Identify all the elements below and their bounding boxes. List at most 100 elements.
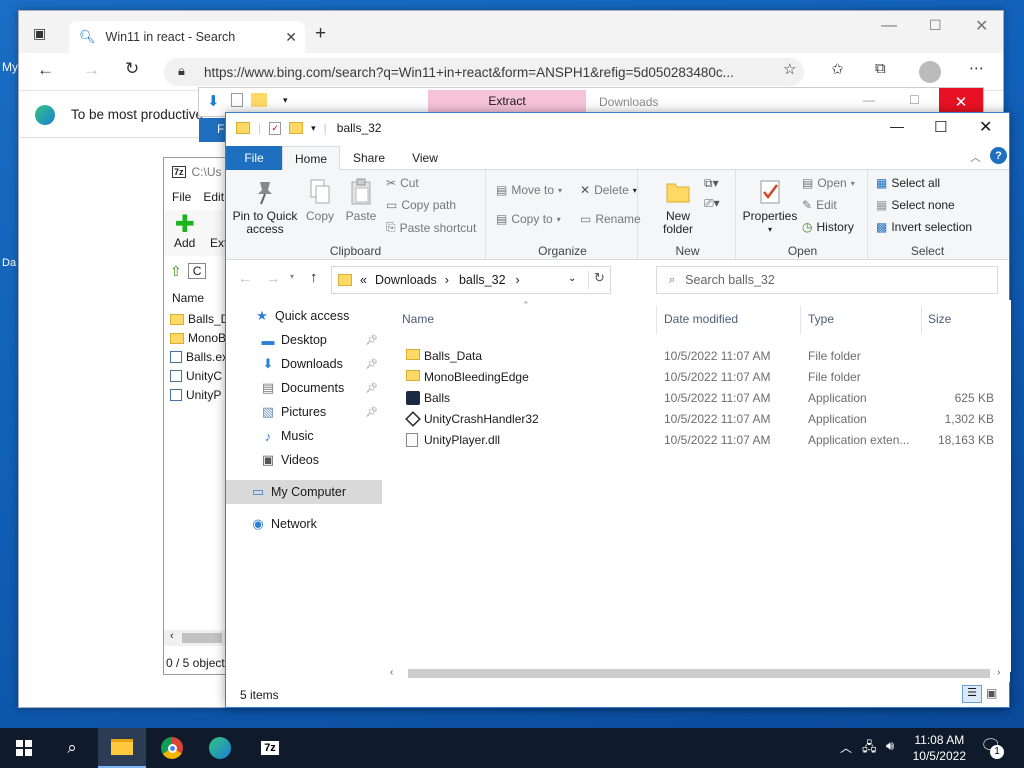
quick-access-dropdown-icon[interactable]: ▾ bbox=[311, 123, 316, 134]
minimize-icon[interactable]: — bbox=[881, 17, 897, 35]
breadcrumb-separator[interactable]: › bbox=[516, 273, 520, 287]
tab-share[interactable]: Share bbox=[342, 146, 396, 170]
history-button[interactable]: ◷ History bbox=[802, 220, 854, 234]
recent-locations-icon[interactable]: ▾ bbox=[290, 272, 294, 281]
collections-icon[interactable]: ⧉ bbox=[875, 60, 886, 77]
file-tab-partial[interactable]: F bbox=[199, 118, 225, 142]
breadcrumb-separator[interactable]: › bbox=[445, 273, 449, 287]
properties-button[interactable]: Properties ▾ bbox=[740, 178, 800, 236]
paste-shortcut-button[interactable]: ⎘ Paste shortcut bbox=[386, 220, 476, 235]
taskbar-edge[interactable] bbox=[196, 728, 244, 768]
nav-item-quick-access[interactable]: ★ Quick access bbox=[226, 304, 382, 328]
up-folder-icon[interactable]: ⇧ bbox=[170, 263, 182, 280]
list-item[interactable]: MonoB bbox=[170, 329, 226, 347]
scroll-thumb[interactable] bbox=[182, 633, 222, 643]
table-row[interactable]: UnityCrashHandler32 10/5/2022 11:07 AM App… bbox=[386, 408, 1006, 429]
address-dropdown-icon[interactable]: ⌄ bbox=[568, 273, 576, 284]
open-button[interactable]: ▤ Open ▾ bbox=[802, 176, 855, 190]
tab-actions-icon[interactable]: ▣ bbox=[33, 25, 46, 42]
scroll-left-icon[interactable]: ‹ bbox=[170, 630, 174, 642]
new-tab-icon[interactable]: + bbox=[315, 23, 326, 45]
list-item[interactable]: Balls_D bbox=[170, 310, 229, 328]
start-button[interactable] bbox=[0, 728, 48, 768]
table-row[interactable]: Balls 10/5/2022 11:07 AM Application 625 KB bbox=[386, 387, 1006, 408]
menu-edit[interactable]: Edit bbox=[203, 190, 224, 204]
collapse-ribbon-icon[interactable]: ︿ bbox=[970, 149, 981, 165]
volume-icon[interactable]: 🔊︎ bbox=[886, 738, 894, 754]
new-folder-button[interactable]: New folder bbox=[654, 178, 702, 236]
delete-button[interactable]: ✕ Delete ▾ bbox=[580, 183, 637, 197]
pin-quick-access-button[interactable]: Pin to Quick access bbox=[230, 178, 300, 236]
col-name[interactable]: Name bbox=[402, 312, 434, 326]
new-folder-icon[interactable] bbox=[289, 122, 304, 134]
copy-to-button[interactable]: ▤ Copy to ▾ bbox=[496, 212, 561, 226]
tab-home[interactable]: Home bbox=[282, 146, 340, 170]
properties-icon[interactable]: ✓ bbox=[269, 121, 282, 135]
details-view-icon[interactable]: ☰ bbox=[962, 685, 982, 703]
back-icon[interactable]: ← bbox=[238, 270, 252, 286]
large-icons-view-icon[interactable]: ▣ bbox=[986, 686, 997, 700]
maximize-icon[interactable]: ☐ bbox=[929, 17, 942, 34]
new-item-icon[interactable]: ⧉▾ bbox=[704, 176, 719, 191]
scroll-thumb[interactable] bbox=[408, 669, 990, 678]
back-icon[interactable]: ← bbox=[37, 60, 54, 80]
taskbar-file-explorer[interactable] bbox=[98, 728, 146, 768]
copy-path-button[interactable]: ▭ Copy path bbox=[386, 198, 456, 212]
col-size[interactable]: Size bbox=[928, 312, 951, 326]
breadcrumb-downloads[interactable]: Downloads bbox=[375, 273, 437, 287]
nav-item-desktop[interactable]: ▬ Desktop 📌︎ bbox=[226, 328, 382, 352]
nav-item-videos[interactable]: ▣ Videos bbox=[226, 448, 382, 472]
table-row[interactable]: MonoBleedingEdge 10/5/2022 11:07 AM File f… bbox=[386, 366, 1006, 387]
breadcrumb-balls32[interactable]: balls_32 bbox=[459, 273, 506, 287]
help-icon[interactable]: ? bbox=[990, 147, 1007, 164]
refresh-icon[interactable]: ↻ bbox=[125, 59, 139, 79]
show-hidden-icons-icon[interactable]: ︿ bbox=[840, 739, 852, 756]
add-button[interactable]: ✚ Add bbox=[174, 213, 195, 251]
address-bar[interactable]: « Downloads › balls_32 › ⌄ ↻ bbox=[331, 266, 611, 294]
favorites-icon[interactable]: ✩ bbox=[831, 60, 844, 78]
7zip-col-name[interactable]: Name bbox=[172, 291, 204, 305]
edit-button[interactable]: ✎ Edit bbox=[802, 198, 837, 212]
extract-tab[interactable]: Extract bbox=[428, 90, 586, 112]
folder-icon[interactable] bbox=[251, 93, 267, 107]
more-options-icon[interactable]: ⋯ bbox=[969, 59, 984, 77]
col-date[interactable]: Date modified bbox=[664, 312, 738, 326]
list-item[interactable]: UnityP bbox=[170, 386, 221, 404]
rename-button[interactable]: ▭ Rename bbox=[580, 212, 641, 226]
nav-item-music[interactable]: ♪ Music bbox=[226, 424, 382, 448]
nav-item-network[interactable]: ◉ Network bbox=[226, 512, 382, 536]
tab-file[interactable]: File bbox=[226, 146, 282, 170]
notification-center-button[interactable]: 🗨︎ 1 bbox=[980, 736, 1004, 759]
nav-item-pictures[interactable]: ▧ Pictures 📌︎ bbox=[226, 400, 382, 424]
close-tab-icon[interactable]: ✕ bbox=[285, 29, 297, 46]
properties-icon[interactable] bbox=[231, 93, 243, 107]
cut-button[interactable]: ✂ Cut bbox=[386, 176, 419, 190]
forward-icon[interactable]: → bbox=[83, 60, 100, 80]
minimize-icon[interactable]: — bbox=[863, 93, 875, 107]
select-none-button[interactable]: ▦ Select none bbox=[876, 198, 955, 212]
taskbar-chrome[interactable] bbox=[148, 728, 196, 768]
col-type[interactable]: Type bbox=[808, 312, 834, 326]
copy-button[interactable]: Copy bbox=[300, 178, 340, 223]
menu-file[interactable]: File bbox=[172, 190, 191, 204]
list-item[interactable]: Balls.ex bbox=[170, 348, 228, 366]
horizontal-scrollbar[interactable]: ‹ › bbox=[386, 665, 1010, 682]
up-icon[interactable]: ↑ bbox=[310, 269, 318, 286]
quick-access-dropdown-icon[interactable]: ▾ bbox=[283, 95, 288, 106]
move-to-button[interactable]: ▤ Move to ▾ bbox=[496, 183, 562, 197]
invert-selection-button[interactable]: ▩ Invert selection bbox=[876, 220, 972, 234]
nav-item-downloads[interactable]: ⬇ Downloads 📌︎ bbox=[226, 352, 382, 376]
table-row[interactable]: Balls_Data 10/5/2022 11:07 AM File folder bbox=[386, 345, 1006, 366]
paste-button[interactable]: Paste bbox=[340, 178, 382, 223]
taskbar-7zip[interactable]: 7z bbox=[246, 728, 294, 768]
select-all-button[interactable]: ▦ Select all bbox=[876, 176, 940, 190]
network-icon[interactable]: 🖧︎ bbox=[862, 738, 877, 760]
list-item[interactable]: UnityC bbox=[170, 367, 222, 385]
add-favorite-icon[interactable]: ☆ bbox=[783, 60, 796, 78]
minimize-icon[interactable]: — bbox=[890, 118, 904, 134]
taskbar-clock[interactable]: 11:08 AM 10/5/2022 bbox=[913, 732, 966, 764]
profile-avatar[interactable] bbox=[919, 61, 941, 83]
table-row[interactable]: UnityPlayer.dll 10/5/2022 11:07 AM Applica… bbox=[386, 429, 1006, 450]
easy-access-icon[interactable]: ⎚▾ bbox=[704, 196, 720, 211]
address-bar[interactable]: 🔒︎ https://www.bing.com/search?q=Win11+i… bbox=[164, 58, 804, 86]
